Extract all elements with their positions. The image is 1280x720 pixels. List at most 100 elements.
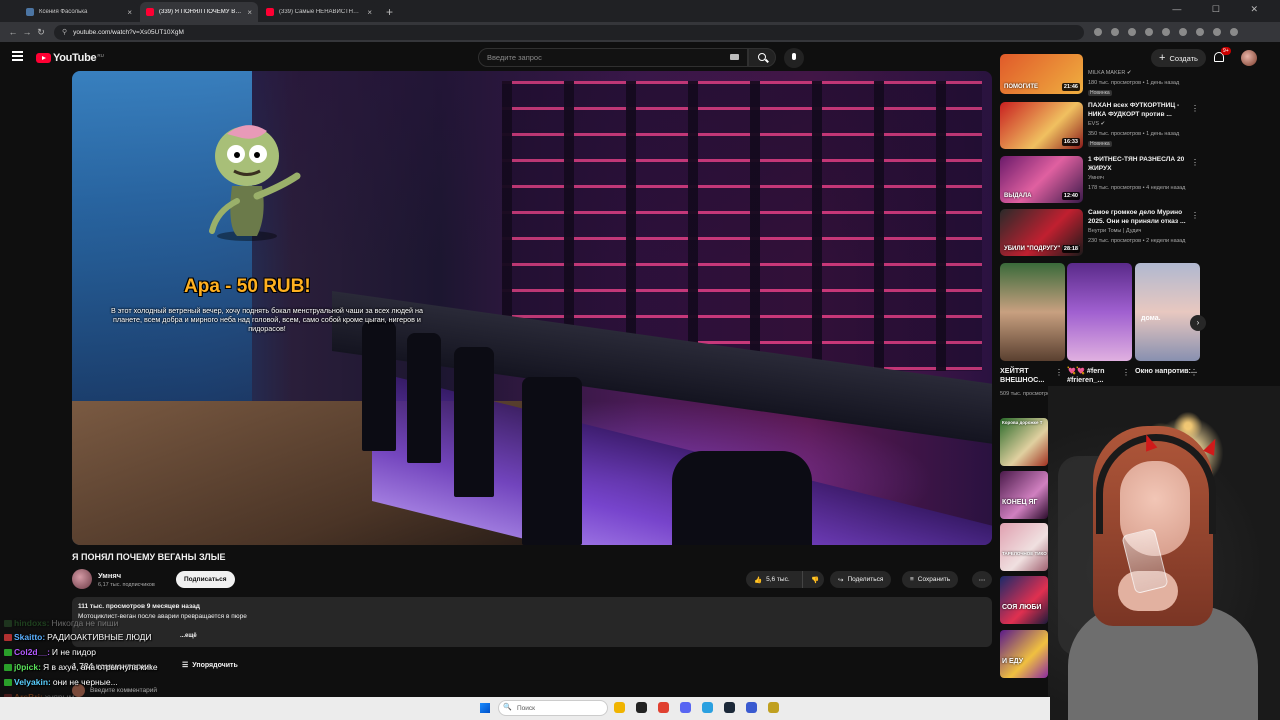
download-icon[interactable] [1196,28,1204,36]
channel-name[interactable]: Внутри Томы | Дудич [1088,228,1141,234]
menu-icon[interactable] [1230,28,1238,36]
extensions-puzzle-icon[interactable] [1179,28,1187,36]
more-options-icon[interactable]: ⋮ [1191,158,1199,167]
browser-tab[interactable]: (339) Самые НЕНАВИСТНЫЕ тиктокерши × [260,2,378,22]
video-player[interactable]: Ара - 50 RUB! В этот холодный ветреный в… [72,71,992,545]
short-title[interactable]: 💘💘 #fern #frieren_... [1067,366,1129,384]
thumbnail-text: И ЕДУ [1002,658,1024,665]
reload-button[interactable]: ↻ [34,27,48,38]
taskbar-search-input[interactable]: 🔍 Поиск [498,700,608,716]
video-thumbnail[interactable]: И ЕДУ [1000,630,1048,678]
sort-comments-button[interactable]: ☰ Упорядочить [182,661,238,670]
video-thumbnail[interactable]: 16:33 [1000,102,1083,149]
recommended-video[interactable]: 16:33 ПАХАН всех ФУТКОРТНИЦ - НИКА ФУДКОР… [1000,102,1205,152]
video-duration: 16:33 [1061,138,1080,146]
channel-name[interactable]: MILKA MAKER ✔ [1088,70,1131,76]
profile-icon[interactable] [1213,28,1221,36]
close-tab-icon[interactable]: × [367,8,372,17]
site-info-icon[interactable]: ⚲ [62,28,67,36]
video-thumbnail[interactable]: ПОМОГИТЕ 21:46 [1000,54,1083,94]
tab-favicon-icon [266,8,274,16]
close-tab-icon[interactable]: × [127,8,132,17]
recommended-video[interactable]: ВЫДАЛА 12:40 1 ФИТНЕС-ТЯН РАЗНЕСЛА 20 ЖИРУ… [1000,156,1205,206]
back-button[interactable]: ← [6,27,20,37]
chrome-icon[interactable] [658,702,669,713]
like-button[interactable]: 👍 5,6 тыс. [746,571,802,588]
youtube-logo[interactable]: YouTube RU [36,52,104,64]
cast-icon[interactable] [1094,28,1102,36]
streamer-webcam [1048,386,1280,720]
video-meta: 230 тыс. просмотров • 2 недели назад [1088,238,1186,244]
discord-icon[interactable] [680,702,691,713]
search-icon: 🔍 [503,704,512,711]
bookmark-star-icon[interactable] [1111,28,1119,36]
files-icon[interactable] [614,702,625,713]
lock-icon[interactable] [768,702,779,713]
video-duration: 21:46 [1061,83,1080,91]
search-button[interactable] [748,48,776,67]
browser-tab[interactable]: Ксения Фасолька × [20,2,138,22]
short-title[interactable]: Окно напротив:... [1135,366,1197,375]
video-thumbnail[interactable]: КОНЕЦ ЯГ [1000,471,1048,519]
channel-name[interactable]: Умняч [98,571,121,580]
close-tab-icon[interactable]: × [247,8,252,17]
hamburger-menu-icon[interactable] [12,51,23,63]
region-code: RU [97,52,104,58]
video-thumbnail[interactable]: СОЯ ЛЮБИ [1000,576,1048,624]
account-avatar[interactable] [1241,50,1257,66]
share-button[interactable]: ↪ Поделиться [830,571,892,588]
short-title[interactable]: ХЕЙТЯТ ВНЕШНОС... [1000,366,1062,384]
chat-message: j0pick: Я в ахуе, ана отрыгнула кике [4,662,158,672]
more-actions-button[interactable]: ⋯ [972,571,992,588]
thumbnail-text: ТАРЕЛОЧНОЕ ТИКО Н [1002,551,1048,556]
dislike-button[interactable]: 👎 [802,571,824,588]
github-icon[interactable] [636,702,647,713]
description-box[interactable] [72,597,992,647]
channel-name[interactable]: EVS ✔ [1088,121,1105,127]
bar-stool [454,347,494,497]
short-thumbnail[interactable] [1067,263,1132,361]
recommended-video[interactable]: УБИЛИ "ПОДРУГУ" НА СТ 28:18 Самое громкое … [1000,209,1205,259]
more-options-icon[interactable]: ⋮ [1122,368,1130,377]
subscribe-button[interactable]: Подписаться [176,571,235,588]
more-options-icon[interactable]: ⋮ [1191,211,1199,220]
search-input[interactable]: Введите запрос [478,48,748,67]
steam-icon[interactable] [724,702,735,713]
new-tab-button[interactable]: + [386,5,393,22]
chat-text: Никогда не пиши [51,618,119,628]
more-options-icon[interactable]: ⋮ [1191,104,1199,113]
save-button[interactable]: ≡ Сохранить [902,571,959,588]
add-comment-input[interactable]: Введите комментарий [90,687,157,694]
video-thumbnail[interactable]: УБИЛИ "ПОДРУГУ" НА СТ 28:18 [1000,209,1083,256]
description-more-link[interactable]: ...ещё [180,633,197,639]
address-bar[interactable]: ⚲ youtube.com/watch?v=Xs05UT10XgM [54,24,1084,40]
channel-name[interactable]: Умняч [1088,175,1104,181]
telegram-icon[interactable] [702,702,713,713]
chat-text: Я в ахуе, ана отрыгнула кике [42,662,158,672]
keyboard-icon[interactable] [730,54,739,60]
short-thumbnail[interactable]: дома. [1135,263,1200,361]
short-thumbnail[interactable] [1000,263,1065,361]
tab-title: (339) Самые НЕНАВИСТНЫЕ тиктокерши [279,9,363,15]
forward-button[interactable]: → [20,27,34,37]
extension-icon[interactable] [1145,28,1153,36]
messenger-icon[interactable] [746,702,757,713]
more-options-icon[interactable]: ⋮ [1055,368,1063,377]
more-options-icon[interactable]: ⋮ [1190,368,1198,377]
bar-stool [672,451,812,545]
extension-icon[interactable] [1128,28,1136,36]
taskbar-search-placeholder: Поиск [517,704,536,712]
browser-tab[interactable]: (339) Я ПОНЯЛ ПОЧЕМУ ВЕГАНЫ ЗЛЫЕ × [140,2,258,22]
window-controls[interactable]: — ☐ ✕ [1172,4,1272,15]
create-button[interactable]: + Создать [1151,49,1206,67]
windows-start-icon[interactable] [480,703,490,713]
video-thumbnail[interactable]: Корова дорожке Т [1000,418,1048,466]
extension-icon[interactable] [1162,28,1170,36]
video-thumbnail[interactable]: ВЫДАЛА 12:40 [1000,156,1083,203]
video-thumbnail[interactable]: ТАРЕЛОЧНОЕ ТИКО Н [1000,523,1048,571]
voice-search-button[interactable] [784,48,804,68]
tab-favicon-icon [146,8,154,16]
plus-icon: + [1159,52,1166,64]
shorts-next-button[interactable]: › [1190,315,1206,331]
channel-avatar[interactable] [72,569,92,589]
